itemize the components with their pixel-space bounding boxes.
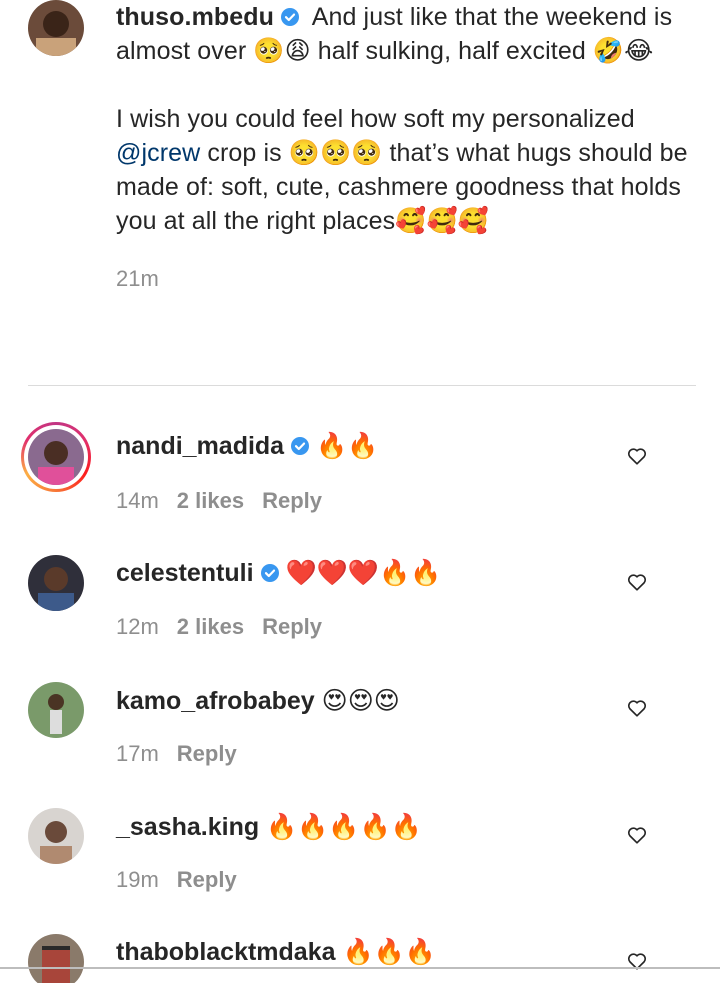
post-caption: thuso.mbedu And just like that the weeke… bbox=[116, 0, 696, 292]
comment-time: 14m bbox=[116, 488, 159, 513]
bottom-edge-line bbox=[0, 967, 720, 969]
comment-username[interactable]: thaboblacktmdaka bbox=[116, 938, 336, 966]
comment-time: 19m bbox=[116, 867, 159, 892]
caption-second-paragraph: I wish you could feel how soft my person… bbox=[116, 102, 696, 238]
comment-meta: 12m 2 likes Reply bbox=[116, 614, 340, 640]
comment-username[interactable]: _sasha.king bbox=[116, 813, 259, 841]
heart-outline-icon[interactable] bbox=[626, 824, 648, 846]
heart-outline-icon[interactable] bbox=[626, 697, 648, 719]
comment-text: ❤️❤️❤️🔥🔥 bbox=[285, 559, 442, 587]
comment-username[interactable]: celestentuli bbox=[116, 559, 254, 587]
comment-time: 17m bbox=[116, 741, 159, 766]
post-author-username[interactable]: thuso.mbedu bbox=[116, 3, 274, 31]
comment-likes[interactable]: 2 likes bbox=[177, 488, 244, 513]
reply-button[interactable]: Reply bbox=[177, 741, 237, 766]
verified-badge-icon bbox=[291, 437, 310, 455]
reply-button[interactable]: Reply bbox=[262, 614, 322, 639]
comment-4: _sasha.king 🔥🔥🔥🔥🔥 bbox=[116, 813, 422, 842]
comment-likes[interactable]: 2 likes bbox=[177, 614, 244, 639]
heart-outline-icon[interactable] bbox=[626, 571, 648, 593]
caption-divider bbox=[28, 385, 696, 386]
caption-first-paragraph: thuso.mbedu And just like that the weeke… bbox=[116, 0, 696, 68]
comment-username[interactable]: nandi_madida bbox=[116, 432, 284, 460]
commenter-avatar[interactable] bbox=[28, 682, 84, 738]
commenter-avatar[interactable] bbox=[28, 429, 84, 485]
post-author-avatar[interactable] bbox=[28, 0, 84, 56]
comment-text: 😍😍😍 bbox=[321, 687, 400, 715]
comment-1: nandi_madida 🔥🔥 bbox=[116, 432, 378, 461]
reply-button[interactable]: Reply bbox=[177, 867, 237, 892]
comment-3: kamo_afrobabey 😍😍😍 bbox=[116, 686, 400, 716]
post-timestamp: 21m bbox=[116, 266, 159, 291]
comment-meta: 14m 2 likes Reply bbox=[116, 488, 340, 514]
caption-text-line2a: I wish you could feel how soft my person… bbox=[116, 105, 635, 133]
comment-text: 🔥🔥 bbox=[316, 432, 379, 460]
comment-2: celestentuli ❤️❤️❤️🔥🔥 bbox=[116, 559, 441, 588]
verified-badge-icon bbox=[281, 8, 300, 26]
reply-button[interactable]: Reply bbox=[262, 488, 322, 513]
caption-text-line2b: crop is 🥺🥺🥺 that’s what hugs should be m… bbox=[116, 139, 688, 235]
commenter-avatar[interactable] bbox=[28, 555, 84, 611]
comment-text: 🔥🔥🔥 bbox=[342, 938, 436, 966]
comment-5: thaboblacktmdaka 🔥🔥🔥 bbox=[116, 938, 436, 967]
comment-text: 🔥🔥🔥🔥🔥 bbox=[266, 813, 422, 841]
comment-time: 12m bbox=[116, 614, 159, 639]
verified-badge-icon bbox=[260, 564, 279, 582]
mention-link[interactable]: @jcrew bbox=[116, 139, 200, 167]
comment-username[interactable]: kamo_afrobabey bbox=[116, 687, 315, 715]
comment-meta: 19m Reply bbox=[116, 867, 255, 893]
commenter-avatar[interactable] bbox=[28, 808, 84, 864]
commenter-avatar[interactable] bbox=[28, 934, 84, 983]
comment-meta: 17m Reply bbox=[116, 741, 255, 767]
heart-outline-icon[interactable] bbox=[626, 445, 648, 467]
